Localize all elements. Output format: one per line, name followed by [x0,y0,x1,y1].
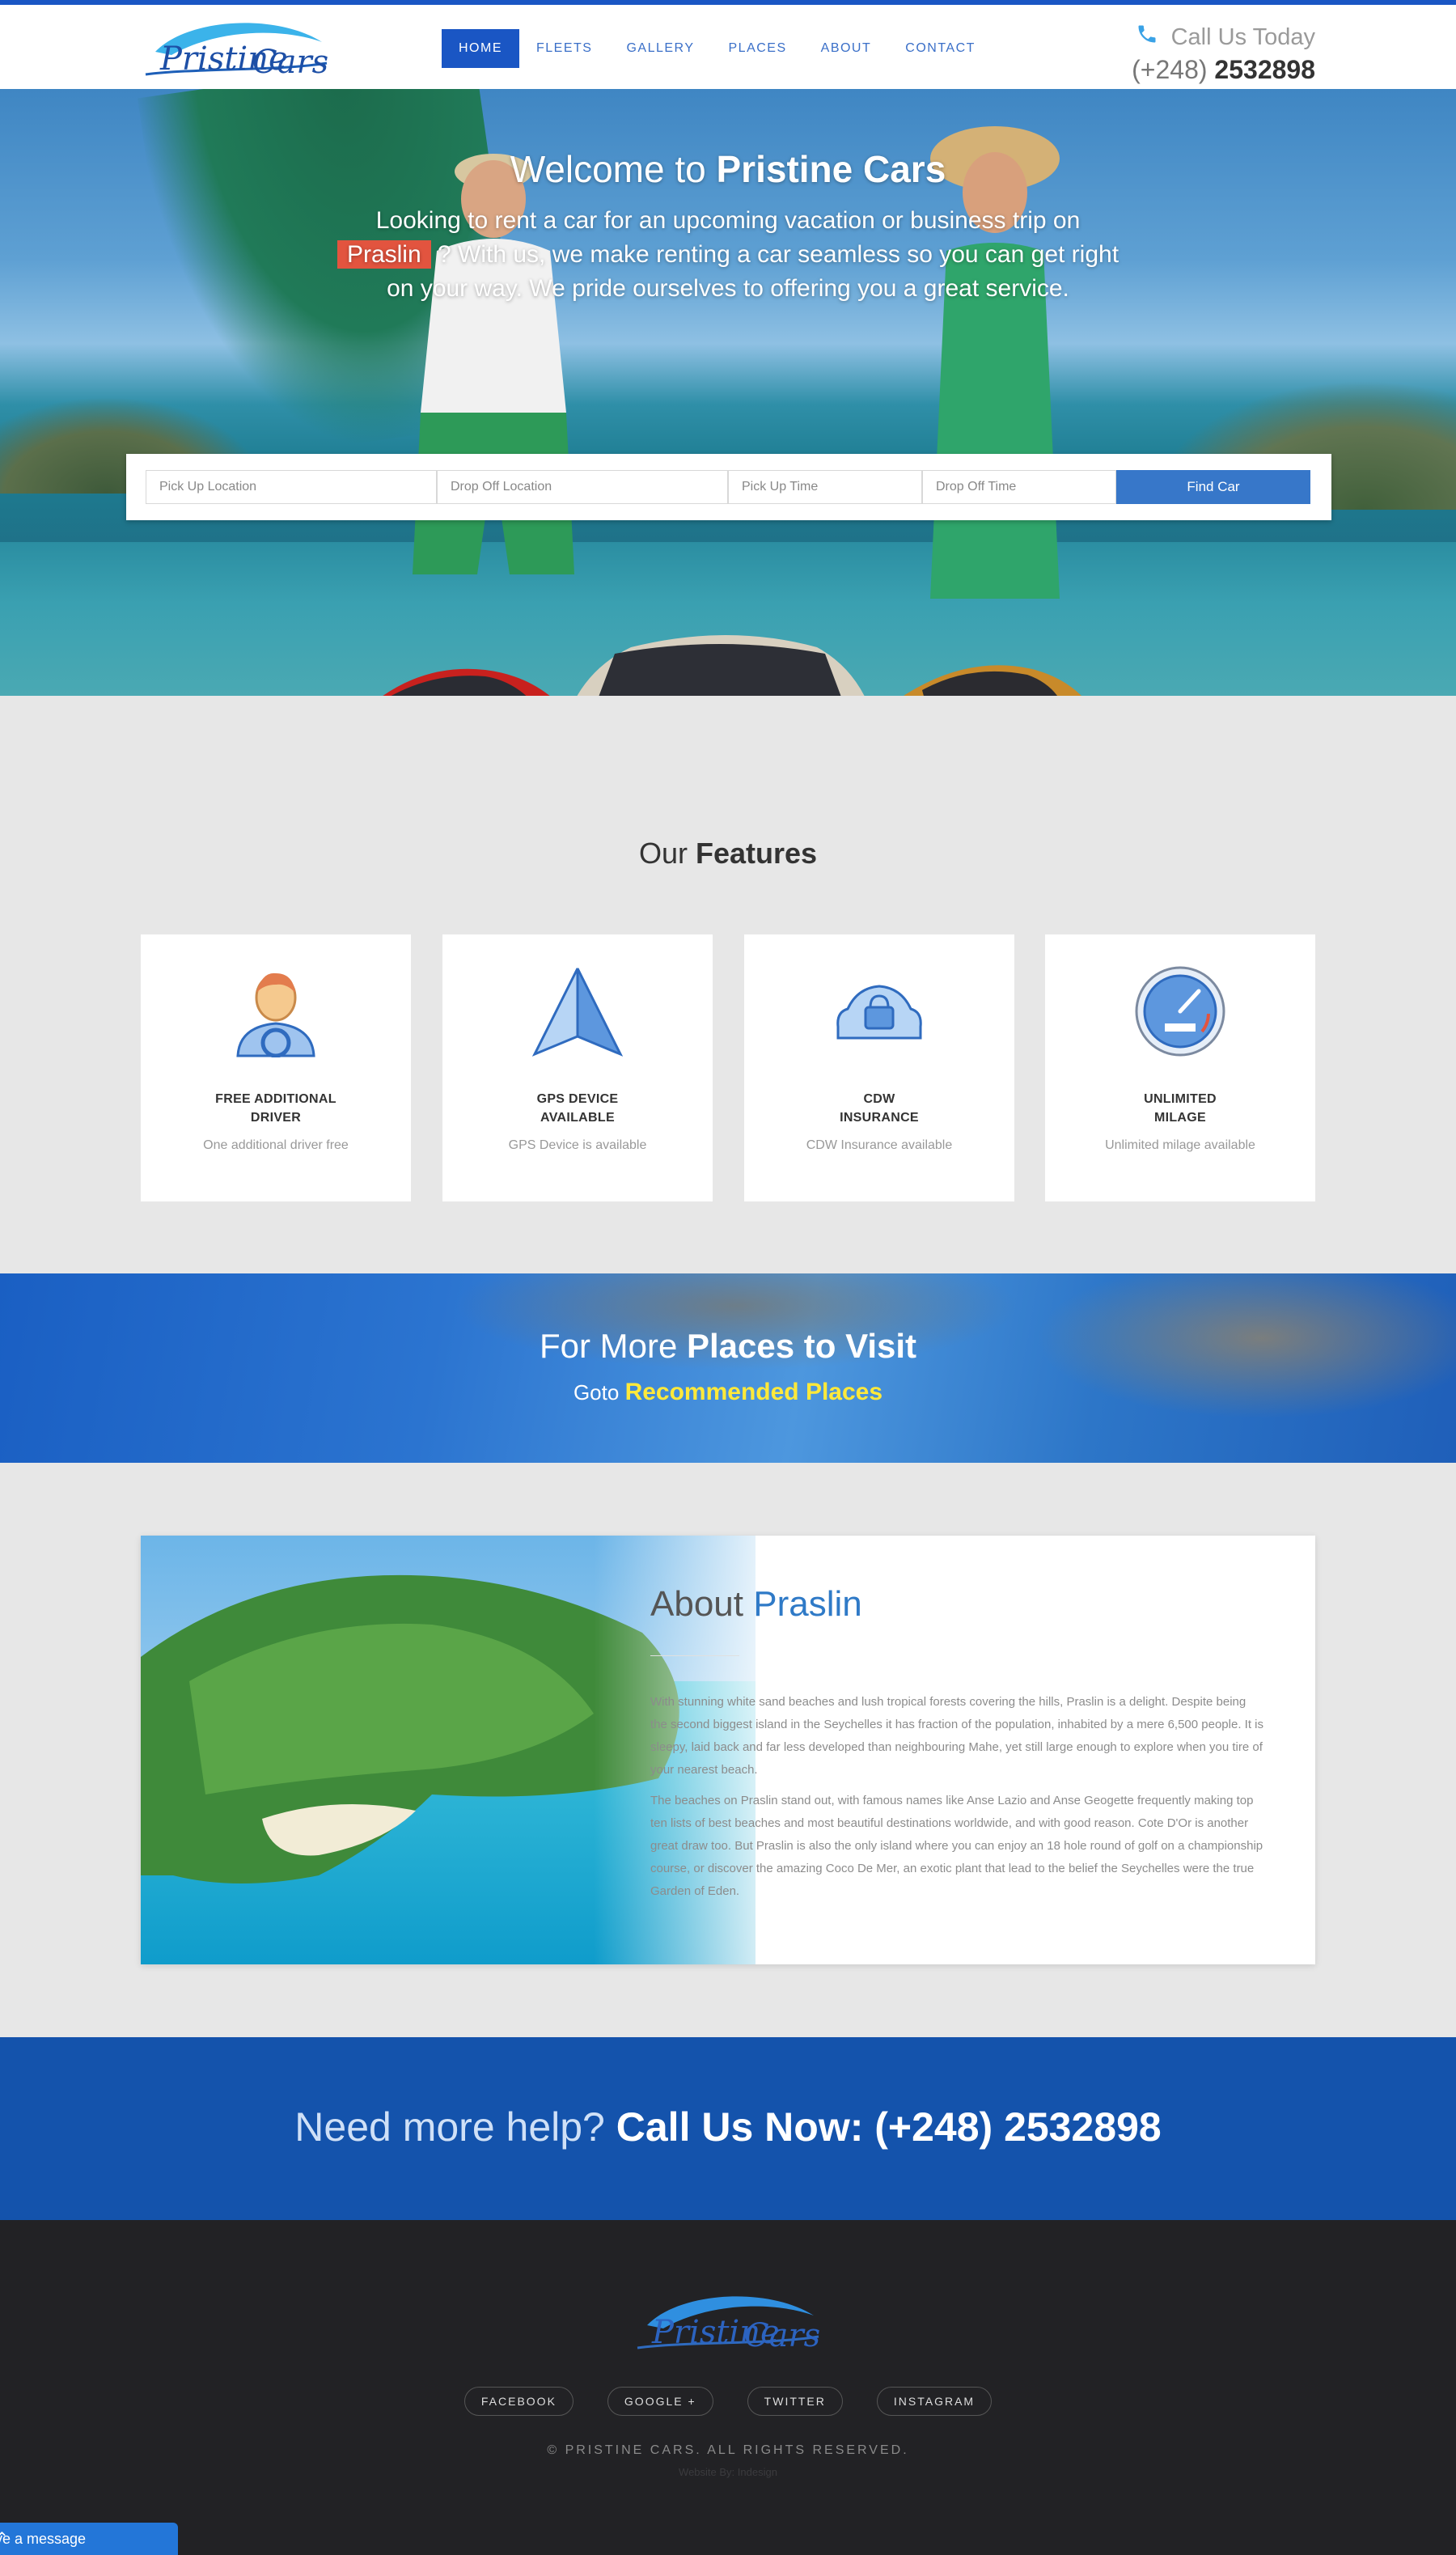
places-subtitle: Goto Recommended Places [573,1379,883,1405]
car-search-form: Find Car [126,454,1331,520]
car-lock-icon [836,985,922,1040]
call-label: Call Us Today [1170,23,1315,50]
call-box: Call Us Today (+248) 2532898 [1132,23,1315,85]
google-plus-link[interactable]: GOOGLE + [607,2387,713,2416]
nav-fleets[interactable]: FLEETS [519,29,609,68]
phone-icon [1136,23,1158,52]
chat-widget[interactable]: ve a message ⌃ [0,2523,178,2555]
hero-cars-image [383,635,1081,696]
dropoff-location-input[interactable] [437,470,728,504]
pickup-time-input[interactable] [728,470,922,504]
nav-places[interactable]: PLACES [712,29,804,68]
nav-about[interactable]: ABOUT [804,29,889,68]
about-praslin-card: About Praslin With stunning white sand b… [141,1536,1315,1964]
driver-icon [236,972,315,1057]
facebook-link[interactable]: FACEBOOK [463,2387,574,2416]
twitter-link[interactable]: TWITTER [747,2387,843,2416]
help-text: Need more help? Call Us Now: (+248) 2532… [294,2104,1162,2150]
hero-highlight-praslin: Praslin [336,240,431,269]
svg-text:Cars: Cars [744,2317,820,2354]
feature-desc: Unlimited milage available [1105,1138,1255,1152]
svg-text:Cars: Cars [252,44,328,81]
about-title: About Praslin [650,1584,862,1624]
site-logo[interactable]: Pristine Cars [139,15,333,87]
find-car-button[interactable]: Find Car [1116,470,1310,504]
feature-card-driver: FREE ADDITIONAL DRIVER One additional dri… [141,934,411,1201]
website-credit[interactable]: Website By: Indesign [0,2466,1456,2478]
places-title: For More Places to Visit [539,1327,917,1365]
about-divider [650,1655,739,1656]
places-banner: For More Places to Visit Goto Recommende… [0,1273,1456,1463]
about-paragraph-2: The beaches on Praslin stand out, with f… [650,1794,1263,1898]
feature-title: CDW INSURANCE [840,1092,919,1125]
site-footer: Pristine Cars FACEBOOK GOOGLE + TWITTER … [0,2220,1456,2555]
recommended-places-link[interactable]: Recommended Places [625,1379,882,1405]
chevron-up-icon[interactable]: ⌃ [0,2523,170,2555]
main-nav: HOME FLEETS GALLERY PLACES ABOUT CONTACT [442,29,993,68]
nav-contact[interactable]: CONTACT [888,29,993,68]
header-phone[interactable]: (+248) 2532898 [1132,55,1315,85]
pickup-location-input[interactable] [146,470,437,504]
feature-desc: GPS Device is available [508,1138,647,1152]
feature-desc: One additional driver free [203,1138,349,1152]
hero-text: Looking to rent a car for an upcoming va… [332,204,1124,306]
feature-card-gps: GPS DEVICE AVAILABLE GPS Device is availa… [442,934,713,1201]
copyright: © PRISTINE CARS. ALL RIGHTS RESERVED. [547,2443,909,2457]
feature-title: FREE ADDITIONAL DRIVER [215,1092,336,1125]
feature-card-cdw: CDW INSURANCE CDW Insurance available [744,934,1014,1201]
site-header: Pristine Cars HOME FLEETS GALLERY PLACES… [0,5,1456,89]
feature-desc: CDW Insurance available [806,1138,953,1152]
features-title: Our Features [638,837,818,870]
help-phone-link[interactable]: Call Us Now: (+248) 2532898 [616,2104,1162,2150]
gps-icon [531,968,624,1057]
feature-title: UNLIMITED MILAGE [1144,1092,1217,1125]
dropoff-time-input[interactable] [922,470,1116,504]
help-banner: Need more help? Call Us Now: (+248) 2532… [0,2037,1456,2220]
social-links: FACEBOOK GOOGLE + TWITTER INSTAGRAM [0,2387,1456,2416]
instagram-link[interactable]: INSTAGRAM [876,2387,993,2416]
about-paragraph-1: With stunning white sand beaches and lus… [650,1695,1263,1777]
speedometer-icon [1135,966,1225,1057]
footer-logo[interactable]: Pristine Cars [631,2288,825,2361]
nav-home[interactable]: HOME [442,29,519,68]
nav-gallery[interactable]: GALLERY [609,29,711,68]
feature-card-milage: UNLIMITED MILAGE Unlimited milage availab… [1045,934,1315,1201]
hero-section: Welcome to Pristine Cars Looking to rent… [0,89,1456,696]
feature-title: GPS DEVICE AVAILABLE [536,1092,619,1125]
hero-title: Welcome to Pristine Cars [510,148,946,190]
